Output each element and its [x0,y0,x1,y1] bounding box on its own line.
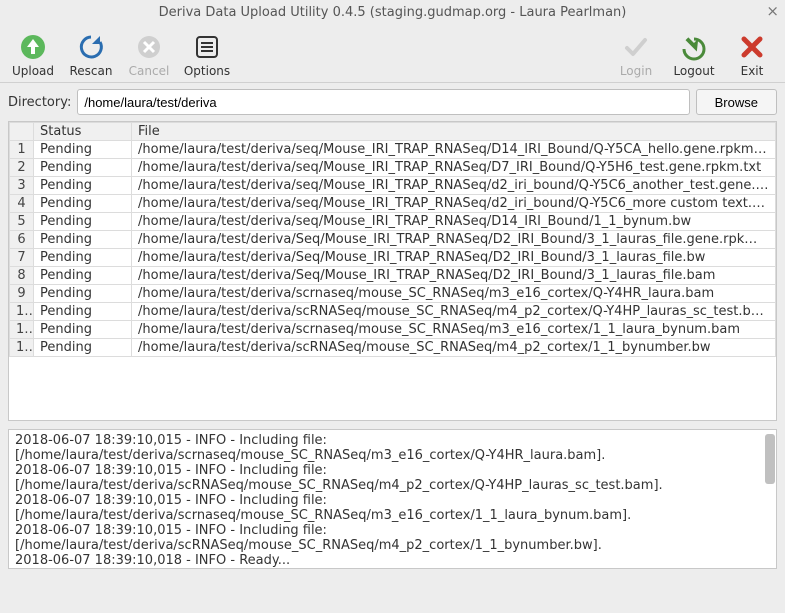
upload-arrow-icon [18,32,48,62]
file-cell: /home/laura/test/deriva/Seq/Mouse_IRI_TR… [132,267,776,285]
status-cell: Pending [34,141,132,159]
exit-label: Exit [741,64,764,78]
cancel-label: Cancel [129,64,170,78]
browse-button[interactable]: Browse [696,89,777,115]
directory-row: Directory: Browse [0,83,785,121]
status-cell: Pending [34,249,132,267]
table-row[interactable]: 9Pending/home/laura/test/deriva/scrnaseq… [10,285,776,303]
log-line: 2018-06-07 18:39:10,015 - INFO - Includi… [15,434,770,464]
table-row[interactable]: 4Pending/home/laura/test/deriva/seq/Mous… [10,195,776,213]
login-button: Login [607,30,665,80]
row-number: 9 [10,285,34,303]
log-line: 2018-06-07 18:39:10,015 - INFO - Includi… [15,524,770,554]
file-cell: /home/laura/test/deriva/seq/Mouse_IRI_TR… [132,141,776,159]
row-number: 8 [10,267,34,285]
status-cell: Pending [34,303,132,321]
log-line: 2018-06-07 18:39:10,015 - INFO - Includi… [15,494,770,524]
file-cell: /home/laura/test/deriva/scRNASeq/mouse_S… [132,339,776,357]
rescan-button[interactable]: Rescan [62,30,120,80]
row-number: 10 [10,303,34,321]
status-cell: Pending [34,177,132,195]
upload-label: Upload [12,64,54,78]
cancel-icon [134,32,164,62]
status-cell: Pending [34,213,132,231]
row-number: 1 [10,141,34,159]
table-row[interactable]: 1Pending/home/laura/test/deriva/seq/Mous… [10,141,776,159]
logout-button[interactable]: Logout [665,30,723,80]
exit-x-icon [737,32,767,62]
row-number: 4 [10,195,34,213]
row-number: 11 [10,321,34,339]
check-icon [621,32,651,62]
row-number: 12 [10,339,34,357]
options-list-icon [192,32,222,62]
logout-arrow-icon [679,32,709,62]
table-row[interactable]: 2Pending/home/laura/test/deriva/seq/Mous… [10,159,776,177]
window-title: Deriva Data Upload Utility 0.4.5 (stagin… [159,5,627,20]
table-row[interactable]: 11Pending/home/laura/test/deriva/scrnase… [10,321,776,339]
directory-input[interactable] [77,89,689,115]
file-cell: /home/laura/test/deriva/seq/Mouse_IRI_TR… [132,195,776,213]
row-number: 2 [10,159,34,177]
status-header[interactable]: Status [34,123,132,141]
table-row[interactable]: 7Pending/home/laura/test/deriva/Seq/Mous… [10,249,776,267]
toolbar: Upload Rescan Cancel Options Login Logou… [0,24,785,83]
table-row[interactable]: 10Pending/home/laura/test/deriva/scRNASe… [10,303,776,321]
cancel-button: Cancel [120,30,178,80]
close-icon[interactable]: × [766,2,779,20]
file-cell: /home/laura/test/deriva/scrnaseq/mouse_S… [132,285,776,303]
status-cell: Pending [34,159,132,177]
log-line: 2018-06-07 18:39:10,018 - INFO - Ready..… [15,554,770,569]
table-header-row: Status File [10,123,776,141]
file-table[interactable]: Status File 1Pending/home/laura/test/der… [8,121,777,421]
status-cell: Pending [34,195,132,213]
file-cell: /home/laura/test/deriva/seq/Mouse_IRI_TR… [132,213,776,231]
table-row[interactable]: 5Pending/home/laura/test/deriva/seq/Mous… [10,213,776,231]
row-number: 5 [10,213,34,231]
file-cell: /home/laura/test/deriva/Seq/Mouse_IRI_TR… [132,249,776,267]
status-cell: Pending [34,231,132,249]
log-line: 2018-06-07 18:39:10,015 - INFO - Includi… [15,464,770,494]
login-label: Login [620,64,652,78]
scrollbar-thumb[interactable] [765,434,775,484]
row-number: 6 [10,231,34,249]
row-number: 7 [10,249,34,267]
status-cell: Pending [34,339,132,357]
table-row[interactable]: 3Pending/home/laura/test/deriva/seq/Mous… [10,177,776,195]
refresh-icon [76,32,106,62]
log-output[interactable]: 2018-06-07 18:39:10,015 - INFO - Includi… [8,429,777,569]
file-cell: /home/laura/test/deriva/Seq/Mouse_IRI_TR… [132,231,776,249]
table-row[interactable]: 12Pending/home/laura/test/deriva/scRNASe… [10,339,776,357]
logout-label: Logout [673,64,714,78]
options-button[interactable]: Options [178,30,236,80]
file-cell: /home/laura/test/deriva/scrnaseq/mouse_S… [132,321,776,339]
directory-label: Directory: [8,95,71,110]
file-cell: /home/laura/test/deriva/seq/Mouse_IRI_TR… [132,177,776,195]
table-row[interactable]: 8Pending/home/laura/test/deriva/Seq/Mous… [10,267,776,285]
row-number-header [10,123,34,141]
options-label: Options [184,64,230,78]
status-cell: Pending [34,267,132,285]
row-number: 3 [10,177,34,195]
upload-button[interactable]: Upload [4,30,62,80]
exit-button[interactable]: Exit [723,30,781,80]
rescan-label: Rescan [70,64,113,78]
file-cell: /home/laura/test/deriva/scRNASeq/mouse_S… [132,303,776,321]
titlebar: Deriva Data Upload Utility 0.4.5 (stagin… [0,0,785,24]
file-cell: /home/laura/test/deriva/seq/Mouse_IRI_TR… [132,159,776,177]
status-cell: Pending [34,285,132,303]
status-cell: Pending [34,321,132,339]
table-row[interactable]: 6Pending/home/laura/test/deriva/Seq/Mous… [10,231,776,249]
file-header[interactable]: File [132,123,776,141]
